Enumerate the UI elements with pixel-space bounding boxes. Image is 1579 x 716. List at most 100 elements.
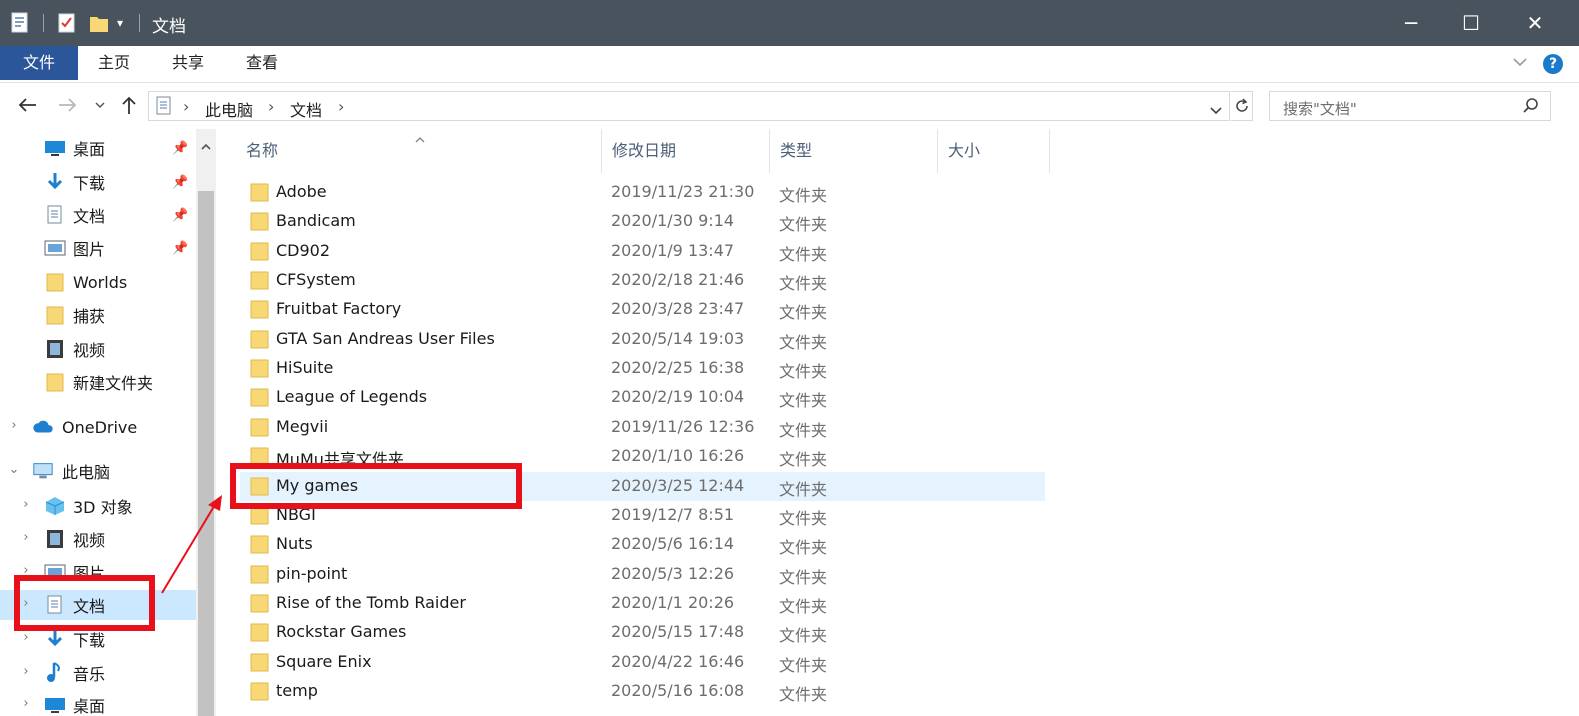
- folder-icon: [250, 388, 269, 407]
- nav-item-new-folder[interactable]: 新建文件夹: [0, 367, 196, 397]
- file-row[interactable]: Adobe 2019/11/23 21:30 文件夹: [240, 178, 1045, 207]
- breadcrumb-this-pc[interactable]: 此电脑: [205, 97, 253, 121]
- address-bar[interactable]: › 此电脑 › 文档 ›: [148, 91, 1230, 121]
- file-row[interactable]: temp 2020/5/16 16:08 文件夹: [240, 677, 1045, 706]
- window-title: 文档: [152, 17, 186, 37]
- file-date-modified: 2020/5/16 16:08: [611, 681, 745, 700]
- folder-icon: [250, 594, 269, 613]
- column-header-date-modified[interactable]: 修改日期: [602, 129, 770, 173]
- breadcrumb-separator[interactable]: ›: [183, 97, 189, 116]
- nav-item-worlds[interactable]: Worlds: [0, 267, 196, 297]
- file-type: 文件夹: [779, 245, 828, 264]
- pin-icon[interactable]: 📌: [172, 241, 188, 256]
- ribbon-expand-chevron-down-icon[interactable]: [1512, 56, 1528, 72]
- back-arrow-icon[interactable]: [14, 93, 40, 117]
- folder-icon: [250, 359, 269, 378]
- file-date-modified: 2020/1/1 20:26: [611, 593, 735, 612]
- file-row[interactable]: Nuts 2020/5/6 16:14 文件夹: [240, 530, 1045, 559]
- nav-item-label: Worlds: [73, 272, 128, 292]
- tab-file[interactable]: 文件: [0, 46, 78, 80]
- nav-scrollbar[interactable]: [196, 129, 216, 716]
- file-row[interactable]: Rockstar Games 2020/5/15 17:48 文件夹: [240, 618, 1045, 647]
- file-name: Bandicam: [276, 211, 356, 230]
- file-row[interactable]: Fruitbat Factory 2020/3/28 23:47 文件夹: [240, 295, 1045, 324]
- expand-chevron-right-icon[interactable]: ›: [20, 696, 32, 711]
- nav-item-downloads[interactable]: 下载 📌: [0, 167, 196, 197]
- file-row[interactable]: CD902 2020/1/9 13:47 文件夹: [240, 237, 1045, 266]
- file-row[interactable]: Megvii 2019/11/26 12:36 文件夹: [240, 413, 1045, 442]
- breadcrumb-documents[interactable]: 文档: [290, 97, 322, 121]
- nav-item-desktop[interactable]: › 桌面: [0, 690, 196, 716]
- file-row[interactable]: GTA San Andreas User Files 2020/5/14 19:0…: [240, 325, 1045, 354]
- expand-chevron-right-icon[interactable]: ›: [20, 497, 32, 512]
- checklist-icon[interactable]: [57, 0, 77, 46]
- up-arrow-icon[interactable]: [117, 93, 141, 117]
- search-placeholder: 搜索"文档": [1283, 100, 1357, 118]
- file-type: 文件夹: [779, 391, 828, 410]
- file-row[interactable]: Rise of the Tomb Raider 2020/1/1 20:26 文件夹: [240, 589, 1045, 618]
- close-button[interactable]: ✕: [1506, 0, 1564, 46]
- minimize-button[interactable]: ─: [1382, 0, 1440, 46]
- properties-icon[interactable]: [10, 0, 30, 46]
- column-header-size[interactable]: 大小: [938, 129, 1050, 173]
- title-bar: ▾ 文档 ─ ☐ ✕: [0, 0, 1579, 46]
- file-type: 文件夹: [779, 480, 828, 499]
- file-row[interactable]: Bandicam 2020/1/30 9:14 文件夹: [240, 207, 1045, 236]
- column-header-name[interactable]: 名称: [236, 129, 602, 173]
- nav-item-videos[interactable]: 视频: [0, 334, 196, 364]
- file-type: 文件夹: [779, 597, 828, 616]
- nav-item-captures[interactable]: 捕获: [0, 300, 196, 330]
- pin-icon[interactable]: 📌: [172, 175, 188, 190]
- folder-icon: [250, 623, 269, 642]
- nav-item-onedrive[interactable]: › OneDrive: [0, 412, 196, 442]
- new-folder-icon[interactable]: [88, 0, 110, 46]
- file-row[interactable]: HiSuite 2020/2/25 16:38 文件夹: [240, 354, 1045, 383]
- collapse-chevron-down-icon[interactable]: ⌄: [8, 462, 20, 477]
- search-box[interactable]: 搜索"文档": [1269, 91, 1551, 121]
- forward-arrow-icon[interactable]: [55, 93, 81, 117]
- refresh-icon[interactable]: [1231, 91, 1253, 121]
- help-icon[interactable]: ?: [1543, 54, 1563, 74]
- file-name: Adobe: [276, 182, 327, 201]
- file-type: 文件夹: [779, 568, 828, 587]
- nav-item-this-pc[interactable]: ⌄ 此电脑: [0, 456, 196, 486]
- folder-icon: [250, 535, 269, 554]
- nav-item-pictures[interactable]: 图片 📌: [0, 233, 196, 263]
- file-date-modified: 2019/12/7 8:51: [611, 505, 735, 524]
- expand-chevron-right-icon[interactable]: ›: [20, 530, 32, 545]
- customize-toolbar-dropdown-icon[interactable]: ▾: [117, 0, 123, 46]
- address-history-chevron-down-icon[interactable]: [1209, 101, 1223, 120]
- tab-share[interactable]: 共享: [152, 46, 224, 80]
- music-icon: [44, 662, 66, 682]
- pin-icon[interactable]: 📌: [172, 208, 188, 223]
- tab-view[interactable]: 查看: [226, 46, 298, 80]
- file-row[interactable]: pin-point 2020/5/3 12:26 文件夹: [240, 560, 1045, 589]
- pin-icon[interactable]: 📌: [172, 141, 188, 156]
- file-row[interactable]: League of Legends 2020/2/19 10:04 文件夹: [240, 383, 1045, 412]
- file-name: CFSystem: [276, 270, 356, 289]
- breadcrumb-separator[interactable]: ›: [338, 97, 344, 116]
- file-row[interactable]: CFSystem 2020/2/18 21:46 文件夹: [240, 266, 1045, 295]
- nav-item-documents[interactable]: 文档 📌: [0, 200, 196, 230]
- recent-locations-chevron-down-icon[interactable]: [92, 93, 108, 117]
- expand-chevron-right-icon[interactable]: ›: [20, 664, 32, 679]
- nav-item-music[interactable]: › 音乐: [0, 658, 196, 688]
- nav-scrollbar-thumb[interactable]: [198, 191, 214, 716]
- folder-icon: [250, 300, 269, 319]
- folder-icon: [44, 305, 66, 325]
- maximize-button[interactable]: ☐: [1442, 0, 1500, 46]
- expand-chevron-right-icon[interactable]: ›: [20, 630, 32, 645]
- breadcrumb-separator[interactable]: ›: [268, 97, 274, 116]
- file-type: 文件夹: [779, 421, 828, 440]
- file-name: CD902: [276, 241, 331, 260]
- nav-item-desktop[interactable]: 桌面 📌: [0, 133, 196, 163]
- tab-home[interactable]: 主页: [78, 46, 150, 80]
- scroll-up-chevron-icon[interactable]: [200, 137, 212, 156]
- file-name: HiSuite: [276, 358, 334, 377]
- file-name: Rise of the Tomb Raider: [276, 593, 466, 612]
- column-header-type[interactable]: 类型: [770, 129, 938, 173]
- expand-chevron-right-icon[interactable]: ›: [8, 418, 20, 433]
- file-row[interactable]: Square Enix 2020/4/22 16:46 文件夹: [240, 648, 1045, 677]
- search-icon[interactable]: [1522, 97, 1540, 119]
- file-date-modified: 2020/1/30 9:14: [611, 211, 735, 230]
